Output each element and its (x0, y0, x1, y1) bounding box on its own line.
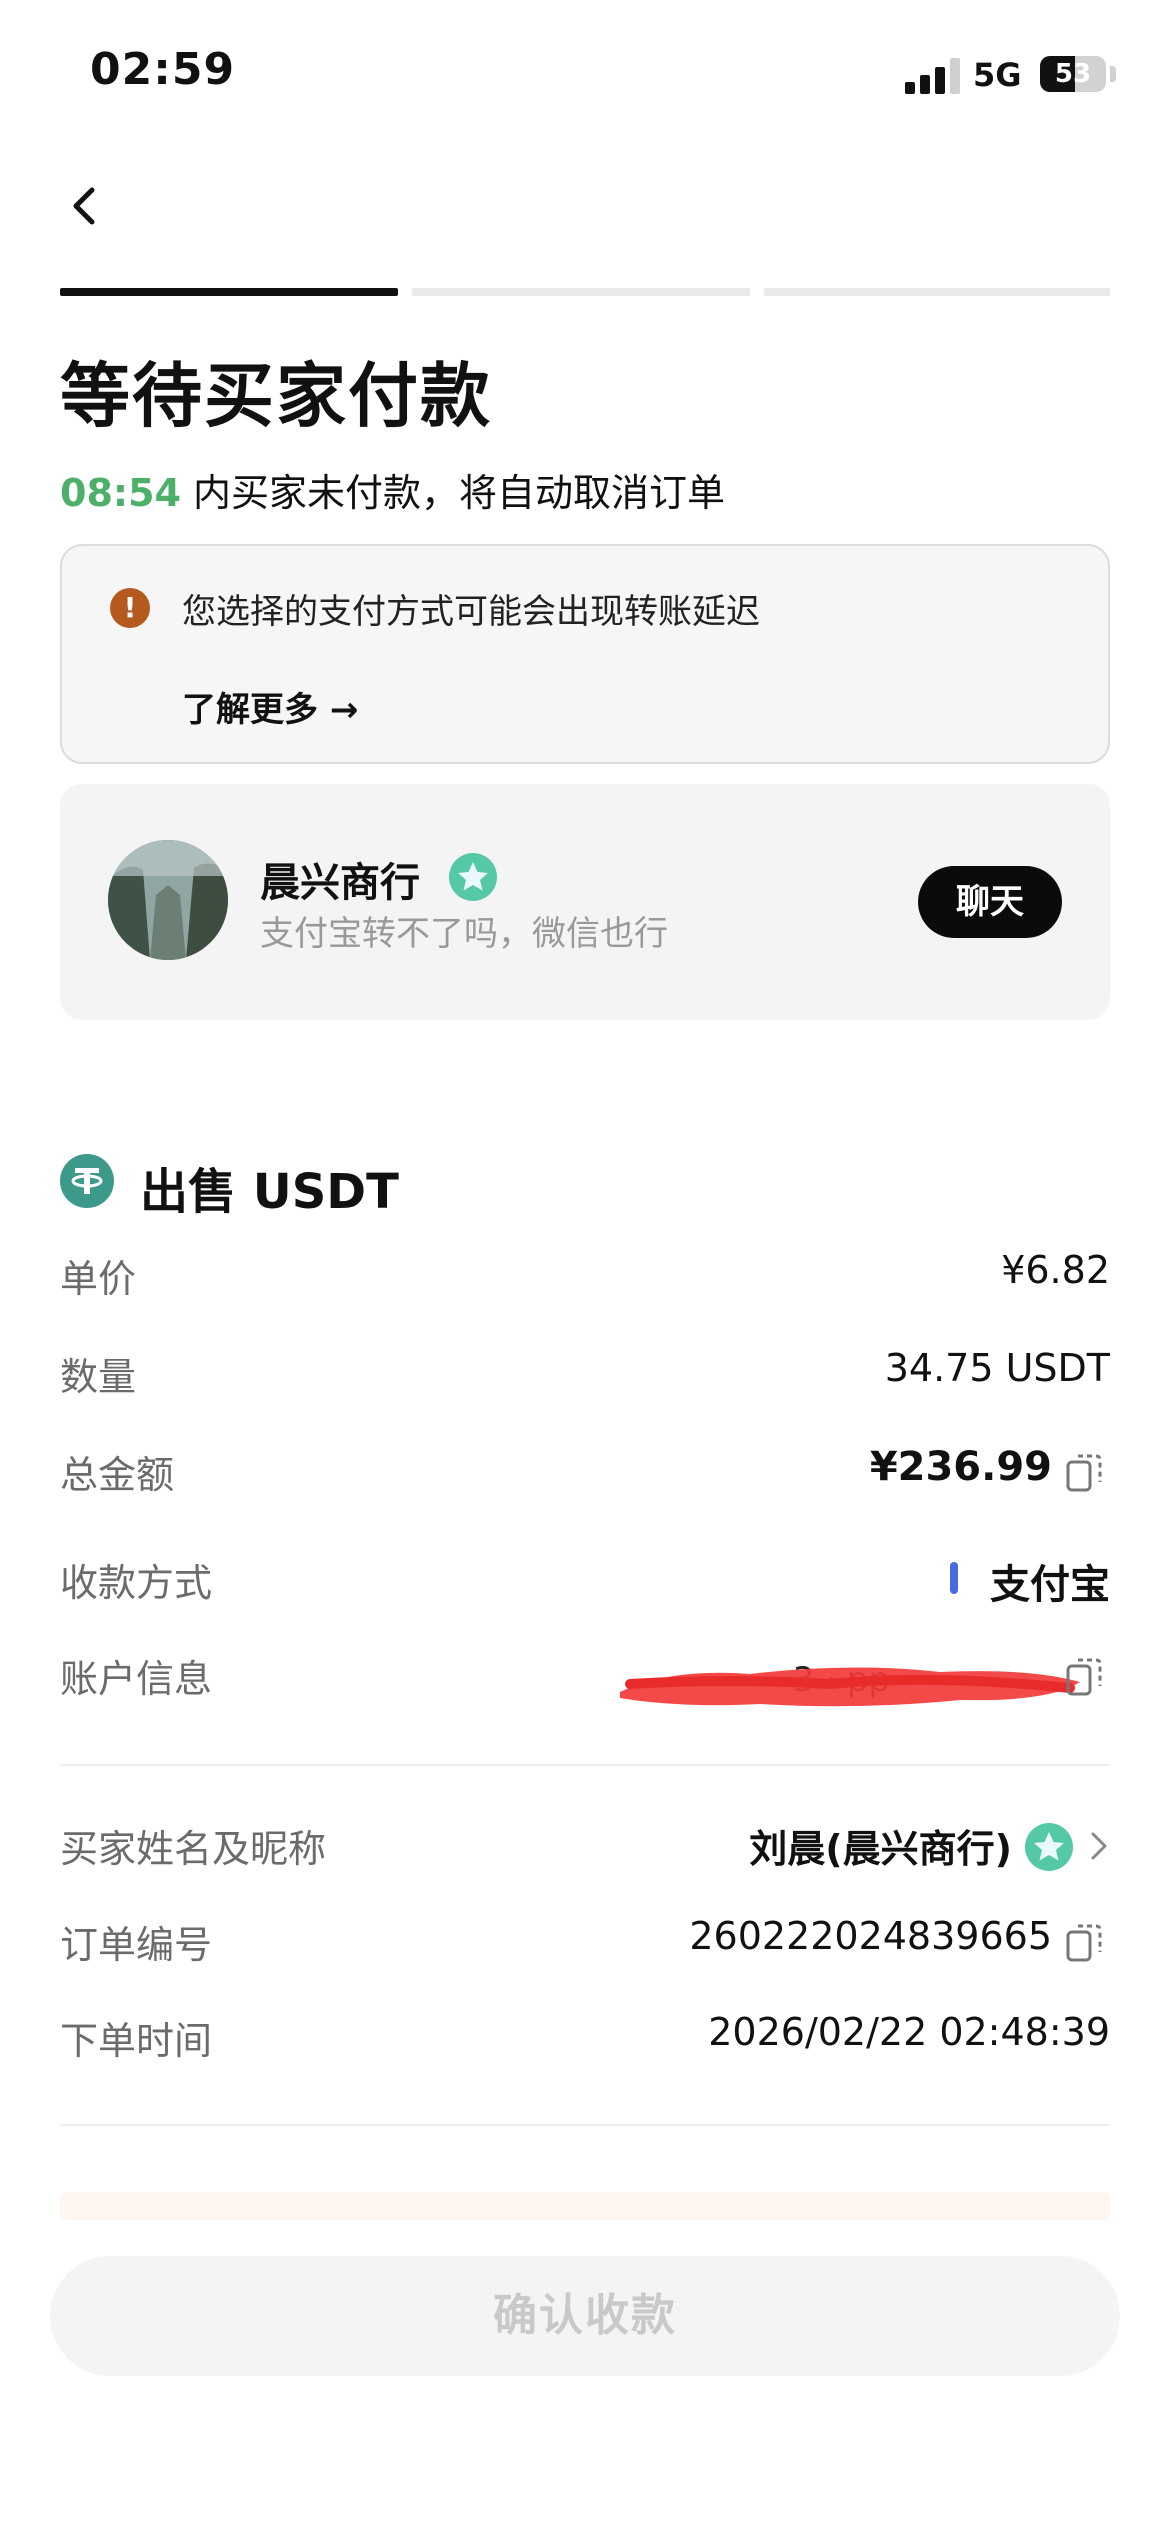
section-title: 出售 USDT (140, 1164, 399, 1220)
buyer-value: 刘晨(晨兴商行) (749, 1827, 1012, 1871)
buyer-row[interactable]: 买家姓名及昵称 刘晨(晨兴商行) (60, 1818, 1110, 1878)
unit-price-value: ¥6.82 (1001, 1248, 1110, 1292)
order-number-value: 260222024839665 (689, 1914, 1052, 1958)
chevron-left-icon (73, 187, 95, 225)
battery-level: 53 (1054, 59, 1092, 89)
chevron-right-icon (1091, 1832, 1107, 1860)
order-number-label: 订单编号 (60, 1923, 213, 1967)
order-time-label: 下单时间 (60, 2019, 213, 2063)
account-info-row: 账户信息 3 · pp (60, 1648, 1110, 1708)
signal-icon (905, 58, 961, 94)
total-row: 总金额 ¥236.99 (60, 1444, 1110, 1504)
battery-tip (1110, 66, 1116, 82)
tether-icon (60, 1154, 114, 1208)
countdown-text: 内买家未付款，将自动取消订单 (180, 471, 726, 515)
merchant-note: 支付宝转不了吗，微信也行 (260, 914, 668, 954)
copy-icon[interactable] (1066, 1922, 1102, 1964)
divider (60, 1764, 1110, 1766)
step-2 (412, 288, 750, 296)
quantity-label: 数量 (60, 1355, 137, 1399)
step-progress (60, 288, 1110, 298)
divider (60, 2124, 1110, 2126)
unit-price-row: 单价 ¥6.82 (60, 1248, 1110, 1308)
quantity-row: 数量 34.75 USDT (60, 1346, 1110, 1406)
merchant-card[interactable]: 晨兴商行 支付宝转不了吗，微信也行 聊天 (60, 784, 1110, 1020)
account-info-label: 账户信息 (60, 1657, 213, 1701)
status-time: 02:59 (90, 44, 236, 95)
payment-method-label: 收款方式 (60, 1561, 213, 1605)
learn-more-link[interactable]: 了解更多 → (182, 682, 358, 731)
quantity-value: 34.75 USDT (884, 1346, 1110, 1390)
unit-price-label: 单价 (60, 1257, 137, 1301)
order-time-value: 2026/02/22 02:48:39 (708, 2010, 1110, 2054)
status-bar: 02:59 5G 53 (0, 0, 1170, 150)
order-time-row: 下单时间 2026/02/22 02:48:39 (60, 2010, 1110, 2070)
page-title: 等待买家付款 (60, 355, 492, 437)
copy-icon[interactable] (1066, 1452, 1102, 1494)
avatar[interactable] (108, 840, 228, 960)
network-type: 5G (973, 56, 1022, 94)
bottom-banner (60, 2192, 1110, 2220)
payment-method-row: 收款方式 支付宝 (60, 1552, 1110, 1612)
payment-method-value: 支付宝 (990, 1562, 1110, 1608)
countdown-timer: 08:54 (60, 471, 181, 515)
verified-star-icon (449, 853, 497, 901)
confirm-receipt-button[interactable]: 确认收款 (50, 2256, 1120, 2376)
verified-star-icon (1025, 1823, 1073, 1871)
payment-method-indicator (950, 1562, 958, 1594)
notice-text: 您选择的支付方式可能会出现转账延迟 (182, 592, 760, 632)
battery-icon: 53 (1040, 56, 1106, 92)
merchant-name: 晨兴商行 (260, 860, 420, 906)
step-1 (60, 288, 398, 296)
exclamation-icon: ! (110, 588, 150, 628)
total-value: ¥236.99 (869, 1444, 1052, 1490)
payment-delay-notice: ! 您选择的支付方式可能会出现转账延迟 了解更多 → (60, 544, 1110, 764)
chat-button[interactable]: 聊天 (918, 866, 1062, 938)
countdown-message: 08:54 内买家未付款，将自动取消订单 (60, 462, 725, 517)
redaction-scribble (620, 1667, 1080, 1707)
copy-icon[interactable] (1066, 1656, 1102, 1698)
back-button[interactable] (58, 178, 114, 234)
step-3 (764, 288, 1110, 296)
order-number-row: 订单编号 260222024839665 (60, 1914, 1110, 1974)
total-label: 总金额 (60, 1453, 175, 1497)
buyer-label: 买家姓名及昵称 (60, 1827, 327, 1871)
